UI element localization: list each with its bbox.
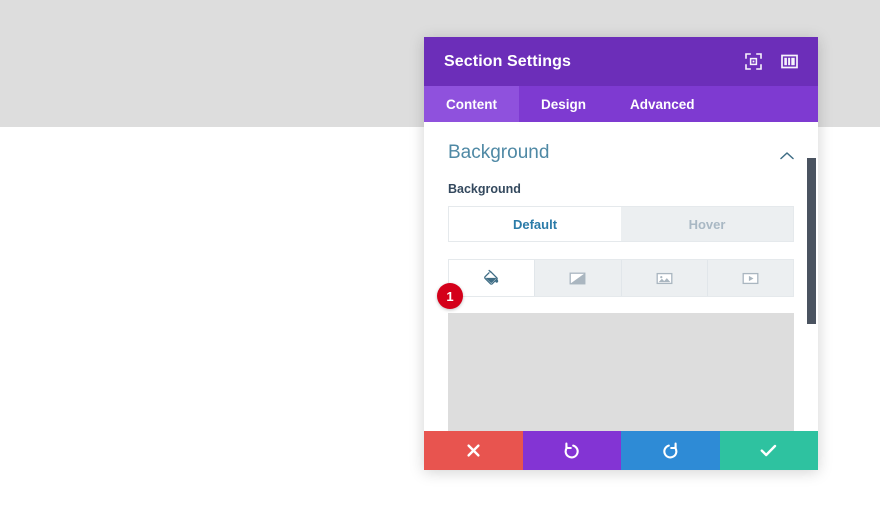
background-section-header[interactable]: Background: [448, 122, 794, 172]
page-title: Section Settings: [444, 52, 571, 70]
background-image-icon: [655, 269, 674, 288]
modal-body: Background Background Default Hover: [424, 122, 818, 431]
close-icon: [466, 443, 481, 458]
background-section-title: Background: [448, 142, 550, 163]
section-settings-modal: Section Settings Content Design Advanced…: [424, 37, 818, 470]
background-field-label: Background: [448, 182, 521, 196]
fullscreen-icon[interactable]: [745, 53, 762, 70]
save-button[interactable]: [719, 431, 818, 470]
background-image-tab[interactable]: [622, 260, 708, 296]
modal-scrollbar-thumb[interactable]: [807, 158, 816, 324]
tab-design[interactable]: Design: [519, 86, 608, 122]
step-badge-1: 1: [437, 283, 463, 309]
undo-button[interactable]: [522, 431, 621, 470]
state-toggle: Default Hover: [448, 206, 794, 242]
undo-icon: [563, 442, 580, 459]
background-gradient-icon: [568, 269, 587, 288]
background-video-tab[interactable]: [708, 260, 793, 296]
modal-footer: [424, 431, 818, 470]
modal-scrollbar-track[interactable]: [807, 122, 818, 431]
state-hover-button[interactable]: Hover: [621, 207, 793, 241]
background-color-preview[interactable]: [448, 313, 794, 431]
tab-advanced[interactable]: Advanced: [608, 86, 717, 122]
modal-tabs: Content Design Advanced: [424, 86, 818, 122]
check-icon: [760, 443, 777, 458]
background-type-tabs: [448, 259, 794, 297]
background-video-icon: [741, 269, 760, 288]
state-default-button[interactable]: Default: [449, 207, 621, 241]
tab-content[interactable]: Content: [424, 86, 519, 122]
background-gradient-tab[interactable]: [535, 260, 622, 296]
layout-columns-icon[interactable]: [781, 53, 798, 70]
modal-header-actions: [745, 53, 798, 70]
redo-icon: [662, 442, 679, 459]
redo-button[interactable]: [621, 431, 720, 470]
modal-scroll-content: Background Background Default Hover: [424, 122, 818, 431]
chevron-up-icon[interactable]: [780, 148, 794, 160]
cancel-button[interactable]: [424, 431, 523, 470]
background-color-icon: [482, 269, 501, 288]
modal-header: Section Settings: [424, 37, 818, 86]
